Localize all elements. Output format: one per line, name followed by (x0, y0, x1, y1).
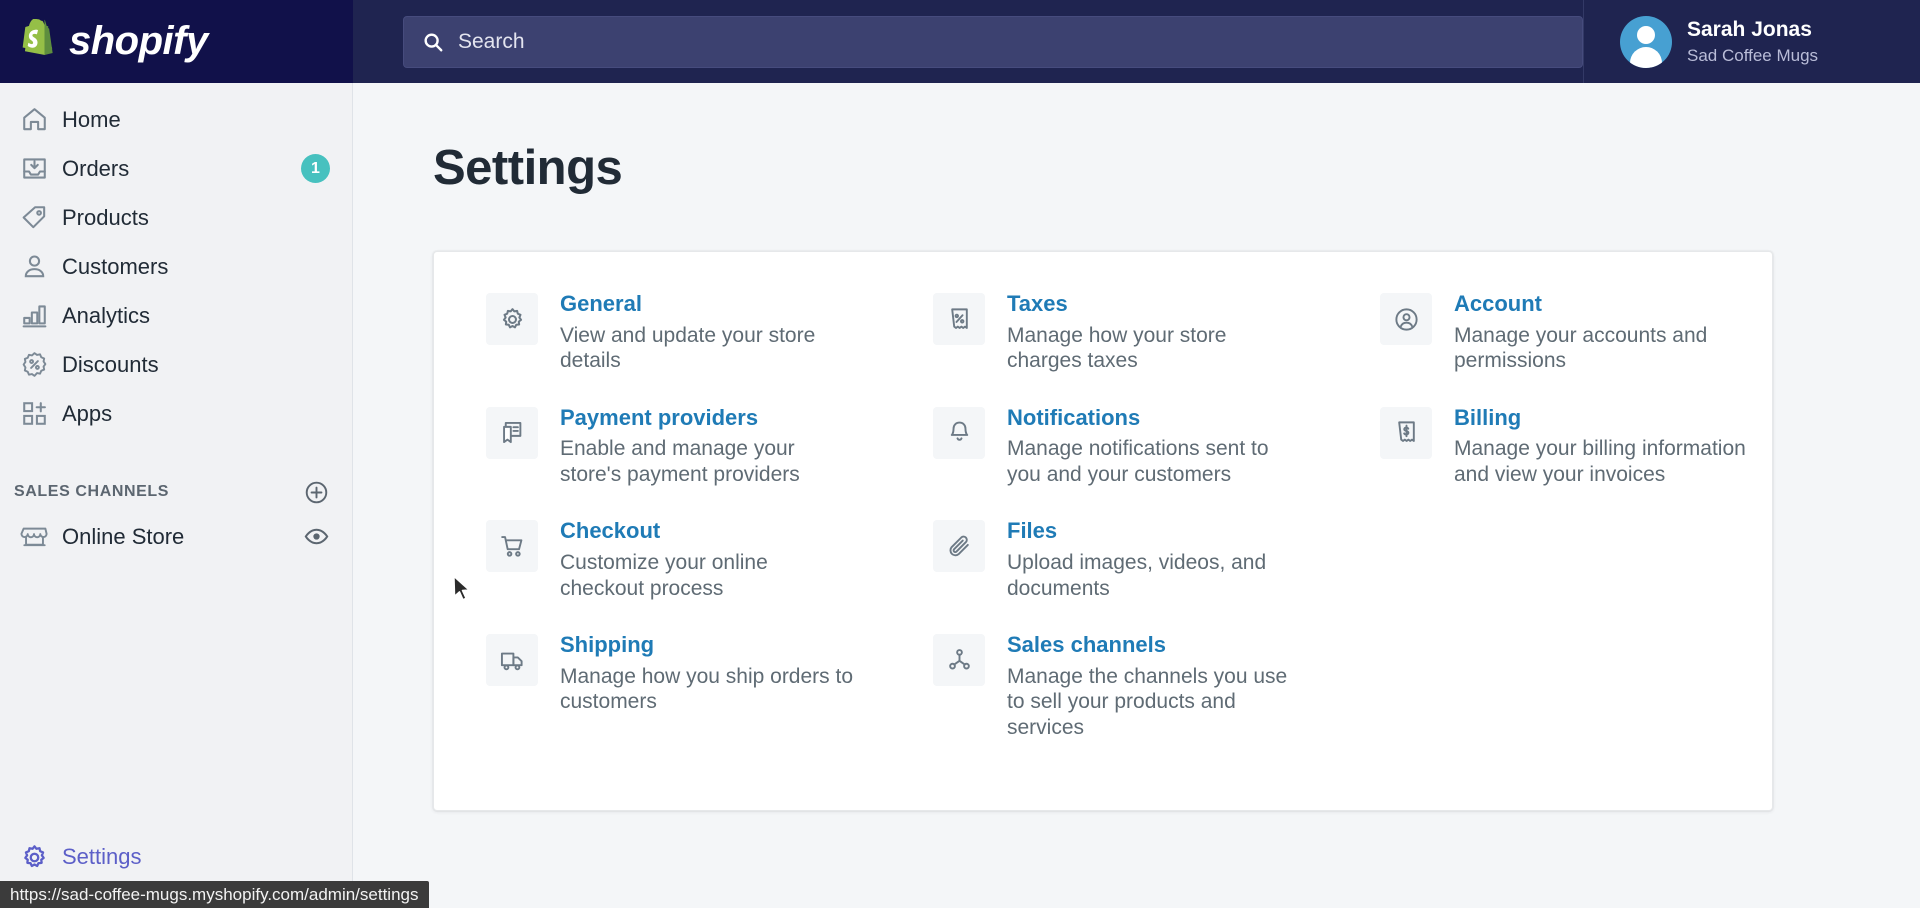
bar-chart-icon (14, 301, 54, 330)
settings-item-desc: Manage the channels you use to sell your… (1007, 664, 1288, 739)
sidebar-item-apps[interactable]: Apps (0, 389, 352, 438)
settings-label: Settings (62, 844, 142, 869)
sidebar-nav: Home Orders 1 Products Customers Analyti… (0, 83, 352, 561)
discount-percent-icon (14, 350, 54, 379)
sidebar-item-label: Home (62, 106, 121, 132)
sidebar-item-label: Online Store (62, 523, 185, 549)
sidebar-item-analytics[interactable]: Analytics (0, 291, 352, 340)
top-bar: shopify Search Sarah Jonas Sad Coffee Mu… (0, 0, 1920, 83)
mouse-cursor (453, 575, 470, 601)
settings-item-sales-channels[interactable]: Sales channels Manage the channels you u… (881, 631, 1328, 770)
avatar (1620, 15, 1672, 68)
settings-item-desc: Upload images, videos, and documents (1007, 550, 1267, 600)
settings-item-title[interactable]: Shipping (560, 631, 853, 659)
apps-grid-plus-icon (14, 399, 54, 428)
sidebar-item-label: Analytics (62, 302, 151, 328)
storefront-icon (14, 522, 54, 551)
settings-item-desc: Enable and manage your store's payment p… (560, 437, 800, 486)
shopify-bag-icon (22, 18, 53, 55)
settings-item-taxes[interactable]: Taxes Manage how your store charges taxe… (881, 290, 1328, 404)
settings-item-general[interactable]: General View and update your store detai… (434, 290, 881, 404)
sidebar-item-label: Customers (62, 253, 169, 279)
settings-item-checkout[interactable]: Checkout Customize your online checkout … (434, 517, 881, 631)
settings-item-desc: Manage your accounts and permissions (1454, 323, 1708, 373)
settings-item-title[interactable]: Billing (1454, 404, 1746, 432)
sidebar-item-label: Products (62, 204, 149, 230)
settings-item-title[interactable]: Sales channels (1007, 631, 1300, 659)
user-name: Sarah Jonas (1687, 17, 1812, 41)
settings-item-title[interactable]: General (560, 290, 853, 318)
shopping-cart-icon (486, 520, 538, 573)
payment-card-icon (486, 406, 538, 459)
settings-item-desc: Manage how your store charges taxes (1007, 323, 1227, 373)
settings-item-files[interactable]: Files Upload images, videos, and documen… (881, 517, 1328, 631)
sidebar-item-settings[interactable]: Settings (0, 831, 353, 883)
settings-item-title[interactable]: Files (1007, 517, 1300, 545)
shopify-wordmark: shopify (69, 19, 208, 63)
truck-icon (486, 634, 538, 687)
settings-item-shipping[interactable]: Shipping Manage how you ship orders to c… (434, 631, 881, 770)
search-zone: Search (353, 15, 1583, 68)
gear-icon (486, 293, 538, 345)
settings-item-title[interactable]: Payment providers (560, 404, 853, 432)
shopify-logo[interactable]: shopify (0, 0, 353, 83)
billing-receipt-icon (1380, 406, 1432, 459)
search-icon (424, 32, 443, 51)
page-title: Settings (433, 141, 623, 195)
sidebar-item-label: Discounts (62, 351, 159, 377)
paperclip-icon (933, 520, 985, 573)
sidebar: Home Orders 1 Products Customers Analyti… (0, 83, 353, 908)
bell-icon (933, 406, 985, 459)
orders-icon (14, 154, 54, 183)
settings-item-account[interactable]: Account Manage your accounts and permiss… (1328, 290, 1774, 404)
sidebar-item-home[interactable]: Home (0, 95, 352, 144)
settings-item-desc: Manage your billing information and view… (1454, 437, 1746, 486)
user-menu[interactable]: Sarah Jonas Sad Coffee Mugs (1583, 0, 1920, 83)
sidebar-item-products[interactable]: Products (0, 193, 352, 242)
gear-icon (14, 843, 54, 872)
settings-item-billing[interactable]: Billing Manage your billing information … (1328, 404, 1774, 518)
settings-item-desc: Customize your online checkout process (560, 550, 768, 600)
settings-item-desc: Manage notifications sent to you and you… (1007, 437, 1269, 486)
store-name: Sad Coffee Mugs (1687, 46, 1819, 65)
sidebar-item-label: Apps (62, 400, 113, 426)
browser-status-bar: https://sad-coffee-mugs.myshopify.com/ad… (0, 881, 429, 908)
section-title: SALES CHANNELS (14, 483, 170, 500)
tax-receipt-icon (933, 293, 985, 345)
status-url: https://sad-coffee-mugs.myshopify.com/ad… (10, 884, 419, 904)
settings-item-payment-providers[interactable]: Payment providers Enable and manage your… (434, 404, 881, 518)
sales-channels-section-header: SALES CHANNELS (0, 472, 352, 512)
sidebar-item-orders[interactable]: Orders 1 (0, 144, 352, 193)
plus-circle-icon[interactable] (303, 479, 330, 506)
sidebar-item-online-store[interactable]: Online Store (0, 512, 352, 561)
sidebar-item-label: Orders (62, 155, 130, 181)
search-input[interactable]: Search (403, 15, 1583, 68)
tag-icon (14, 203, 54, 232)
settings-item-title[interactable]: Account (1454, 290, 1746, 318)
main-content: Settings General View and update your st… (353, 83, 1920, 908)
eye-icon[interactable] (303, 523, 330, 550)
settings-item-title[interactable]: Taxes (1007, 290, 1300, 318)
home-icon (14, 105, 54, 134)
settings-item-title[interactable]: Notifications (1007, 404, 1300, 432)
shopify-admin-window: shopify Search Sarah Jonas Sad Coffee Mu… (0, 0, 1920, 908)
person-icon (14, 252, 54, 281)
settings-item-desc: Manage how you ship orders to customers (560, 664, 854, 714)
search-placeholder: Search (458, 29, 525, 53)
settings-item-notifications[interactable]: Notifications Manage notifications sent … (881, 404, 1328, 518)
sidebar-item-customers[interactable]: Customers (0, 242, 352, 291)
settings-card: General View and update your store detai… (433, 251, 1773, 812)
orders-badge: 1 (301, 154, 330, 183)
settings-item-title[interactable]: Checkout (560, 517, 853, 545)
settings-item-desc: View and update your store details (560, 323, 816, 373)
network-nodes-icon (933, 634, 985, 687)
settings-grid: General View and update your store detai… (434, 290, 1772, 770)
account-circle-icon (1380, 293, 1432, 345)
sidebar-item-discounts[interactable]: Discounts (0, 340, 352, 389)
